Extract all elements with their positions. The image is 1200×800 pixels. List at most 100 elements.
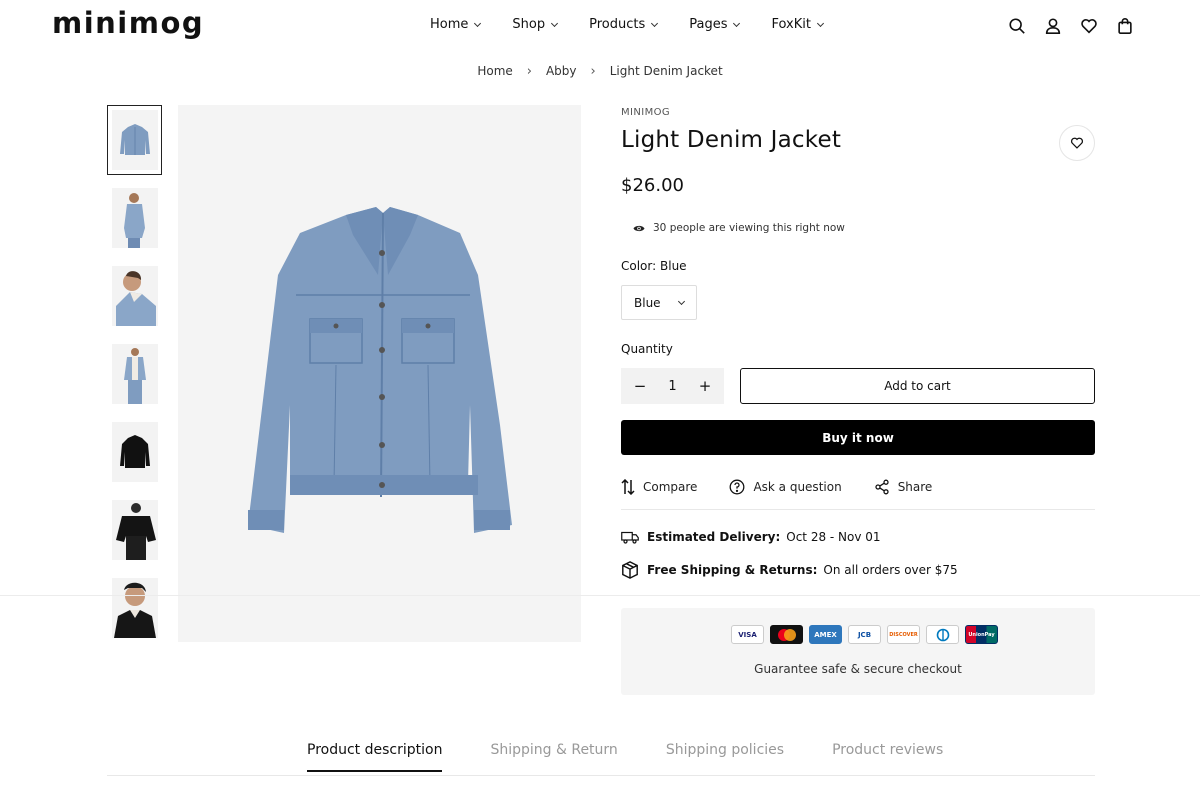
delivery-value: Oct 28 - Nov 01 [786,530,881,544]
free-shipping: Free Shipping & Returns: On all orders o… [621,561,1095,579]
logo[interactable]: minimog [52,6,204,40]
product-title: Light Denim Jacket [621,127,842,153]
nav-pages-label: Pages [689,17,728,32]
breadcrumb: Home › Abby › Light Denim Jacket [0,64,1200,79]
thumbnail-7[interactable] [107,573,162,643]
quantity-decrease-button[interactable]: − [633,377,647,395]
ask-question-button[interactable]: Ask a question [729,479,842,495]
nav-home-label: Home [430,17,469,32]
thumbnail-4[interactable] [107,339,162,409]
product-actions: Compare Ask a question Share [621,479,1095,510]
amex-icon: AMEX [809,625,842,644]
wishlist-button[interactable] [1059,125,1095,161]
add-to-cart-button[interactable]: Add to cart [740,368,1095,404]
share-button[interactable]: Share [874,479,933,495]
thumbnail-3[interactable] [107,261,162,331]
black-jacket-thumbnail-image [111,422,158,482]
viewers-text: 30 people are viewing this right now [653,222,845,234]
delivery-label: Estimated Delivery: [647,530,781,544]
box-icon [622,561,638,579]
eye-icon [633,225,645,231]
thumbnail-2[interactable] [107,183,162,253]
product-info: MINIMOG Light Denim Jacket $26.00 30 peo… [621,105,1095,579]
cart-row: − 1 + Add to cart [621,368,1095,404]
product-tabs: Product description Shipping & Return Sh… [307,742,943,772]
nav-home[interactable]: Home [430,17,482,32]
main-product-image[interactable] [178,105,581,642]
thumbnail-1[interactable] [107,105,162,175]
share-label: Share [897,480,933,494]
nav-products-label: Products [589,17,646,32]
heart-icon [1071,137,1083,149]
question-icon [729,479,745,495]
chevron-down-icon [733,19,741,27]
secure-checkout-box: VISA AMEX JCB DISCOVER UnionPay Guarante… [621,608,1095,695]
wishlist-icon[interactable] [1080,17,1098,35]
discover-icon: DISCOVER [887,625,920,644]
quantity-label: Quantity [621,342,673,356]
compare-button[interactable]: Compare [621,479,697,495]
color-select[interactable]: Blue [621,285,697,320]
thumbnail-5[interactable] [107,417,162,487]
thumbnail-6[interactable] [107,495,162,565]
chevron-down-icon [816,19,825,27]
chevron-down-icon [474,19,482,27]
chevron-down-icon [551,19,559,27]
tab-shipping-policies[interactable]: Shipping policies [666,742,784,772]
chevron-down-icon [677,297,686,305]
breadcrumb-separator-icon: › [590,64,596,79]
jcb-icon: JCB [848,625,881,644]
sticky-bar-divider [0,595,1200,596]
chevron-down-icon [651,19,659,27]
quantity-value[interactable]: 1 [668,379,676,394]
nav-shop[interactable]: Shop [512,17,559,32]
tabs-divider [107,775,1095,776]
mastercard-icon [770,625,803,644]
tab-shipping-return[interactable]: Shipping & Return [490,742,617,772]
breadcrumb-separator-icon: › [526,64,532,79]
compare-icon [621,479,635,495]
unionpay-icon: UnionPay [965,625,998,644]
model-front-thumbnail-image [111,344,158,404]
tab-product-reviews[interactable]: Product reviews [832,742,943,772]
truck-icon [621,531,639,544]
shipping-value: On all orders over $75 [823,563,958,577]
ask-question-label: Ask a question [753,480,842,494]
tab-product-description[interactable]: Product description [307,742,443,772]
payment-cards: VISA AMEX JCB DISCOVER UnionPay [731,625,998,644]
account-icon[interactable] [1044,17,1062,35]
estimated-delivery: Estimated Delivery: Oct 28 - Nov 01 [621,530,1095,544]
compare-label: Compare [643,480,698,494]
cart-icon[interactable] [1116,17,1134,35]
denim-jacket-image [248,207,512,533]
product-vendor[interactable]: MINIMOG [621,107,1095,118]
color-label: Color: Blue [621,259,1095,273]
model-collar-thumbnail-image [111,266,158,326]
quantity-increase-button[interactable]: + [698,377,712,395]
main-nav: Home Shop Products Pages FoxKit [430,17,855,32]
model-portrait-thumbnail-image [111,578,158,638]
breadcrumb-current: Light Denim Jacket [609,64,723,78]
thumbnail-list [107,105,163,651]
quantity-stepper: − 1 + [621,368,724,404]
share-icon [875,479,889,495]
jacket-thumbnail-image [111,110,158,170]
nav-foxkit[interactable]: FoxKit [771,17,825,32]
product-price: $26.00 [621,175,684,196]
model-back-thumbnail-image [111,500,158,560]
search-icon[interactable] [1008,17,1026,35]
model-side-thumbnail-image [111,188,158,248]
nav-shop-label: Shop [512,17,546,32]
shipping-label: Free Shipping & Returns: [647,563,818,577]
color-value: Blue [660,259,687,273]
visa-icon: VISA [731,625,764,644]
breadcrumb-home[interactable]: Home [477,64,512,78]
nav-pages[interactable]: Pages [689,17,741,32]
header-icons [1008,17,1134,35]
breadcrumb-abby[interactable]: Abby [546,64,577,78]
buy-now-button[interactable]: Buy it now [621,420,1095,455]
viewers-notice: 30 people are viewing this right now [633,222,1095,234]
nav-products[interactable]: Products [589,17,659,32]
diners-icon [926,625,959,644]
nav-foxkit-label: FoxKit [771,17,811,32]
